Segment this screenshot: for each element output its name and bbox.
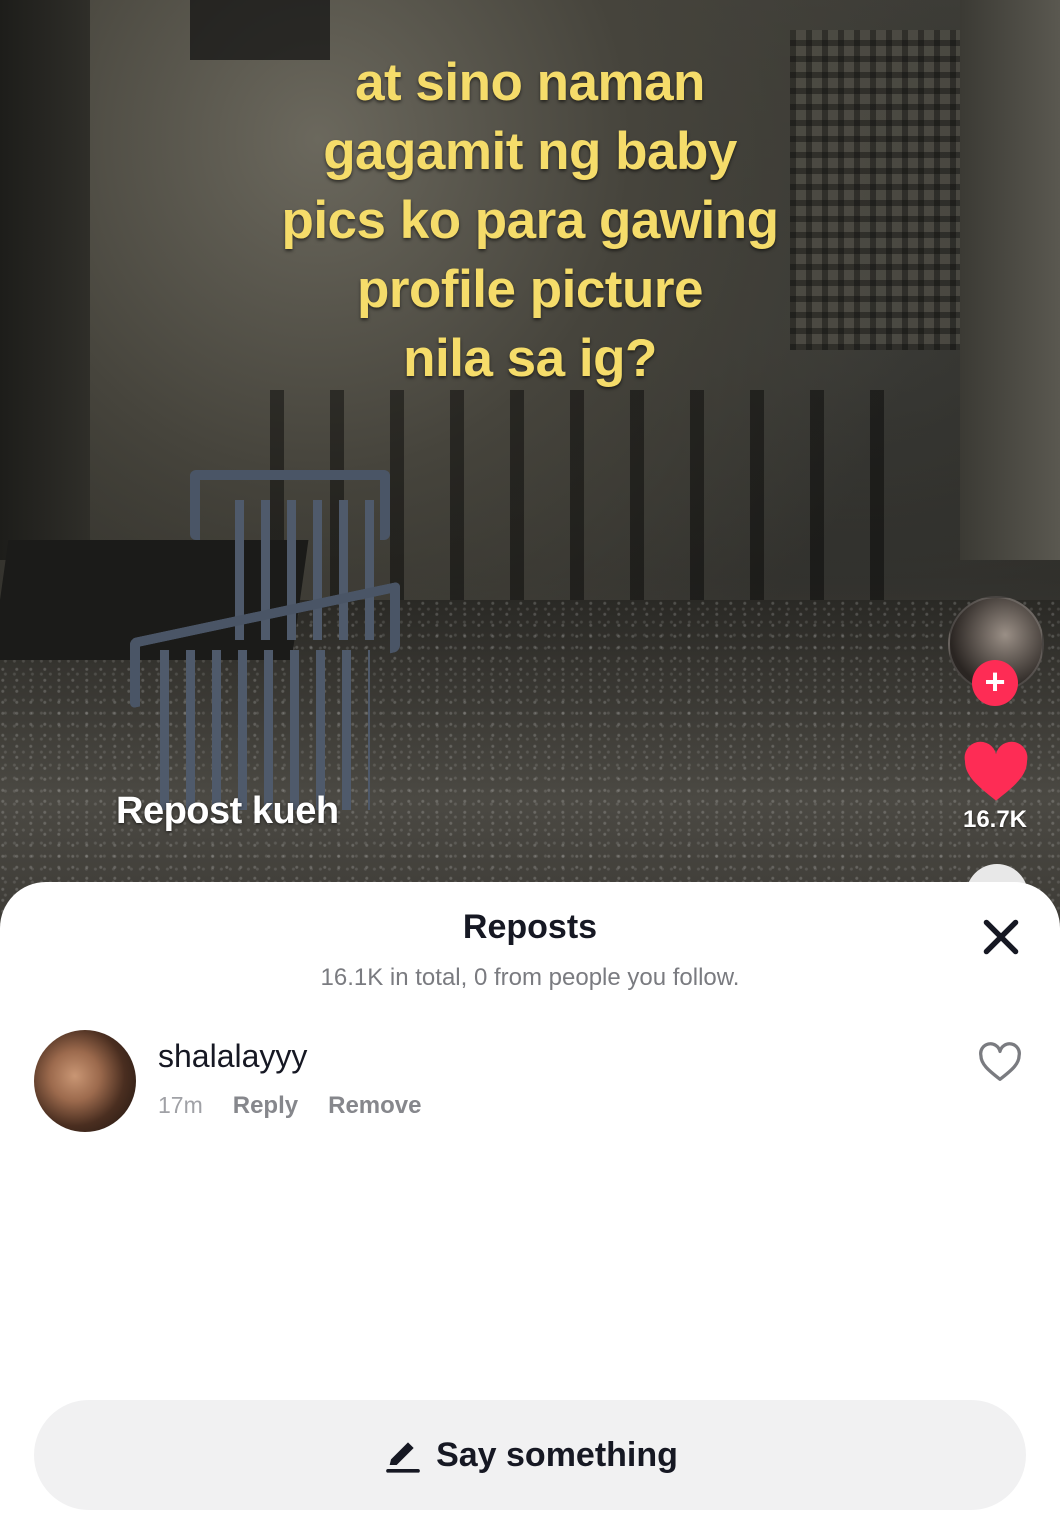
background-pillar <box>960 0 1060 560</box>
follow-button[interactable]: + <box>972 660 1018 706</box>
avatar[interactable] <box>34 1030 136 1132</box>
list-item[interactable]: shalalayyy 17m Reply Remove <box>0 1022 1060 1142</box>
chair-spindles-front <box>160 650 370 810</box>
video-overlay-text: at sino naman gagamit ng baby pics ko pa… <box>281 53 779 388</box>
heart-outline-icon[interactable] <box>978 1042 1022 1082</box>
sheet-subtitle: 16.1K in total, 0 from people you follow… <box>320 964 740 991</box>
reposts-sheet: Reposts 16.1K in total, 0 from people yo… <box>0 882 1060 1532</box>
sheet-title: Reposts <box>462 908 598 946</box>
item-meta: 17m Reply Remove <box>158 1092 421 1120</box>
like-count: 16.7K <box>962 806 1028 833</box>
close-icon[interactable] <box>976 912 1026 962</box>
pencil-icon <box>386 1442 420 1473</box>
reply-button[interactable]: Reply <box>233 1092 298 1120</box>
video-caption: Repost kueh <box>116 790 339 832</box>
remove-button[interactable]: Remove <box>328 1092 421 1120</box>
background-wall <box>0 0 90 560</box>
heart-icon[interactable] <box>962 740 1030 802</box>
input-placeholder: Say something <box>436 1435 678 1474</box>
video-player[interactable]: at sino naman gagamit ng baby pics ko pa… <box>0 0 1060 930</box>
username[interactable]: shalalayyy <box>158 1038 307 1075</box>
say-something-input[interactable]: Say something <box>34 1400 1026 1510</box>
timestamp: 17m <box>158 1092 203 1118</box>
